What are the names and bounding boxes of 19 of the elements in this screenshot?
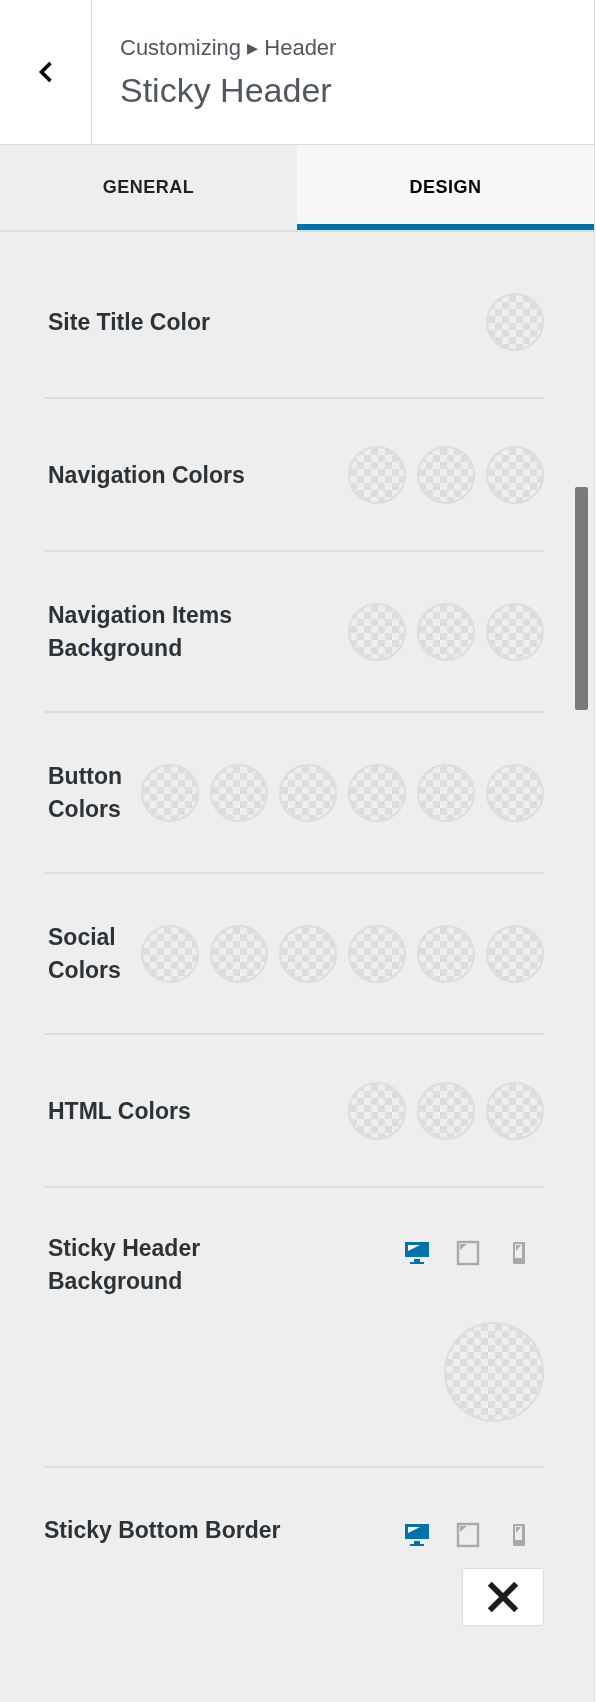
setting-label: HTML Colors: [48, 1096, 191, 1126]
tablet-icon[interactable]: [455, 1240, 481, 1266]
scrollbar[interactable]: [575, 487, 588, 710]
back-chevron-icon: [36, 61, 55, 83]
setting-label: Sticky Header Background: [48, 1234, 202, 1296]
clear-button[interactable]: [462, 1568, 544, 1626]
setting-label: Site Title Color: [48, 307, 210, 337]
desktop-icon[interactable]: [404, 1240, 430, 1266]
breadcrumb: Customizing ▸ Header: [120, 34, 337, 61]
setting-label: Navigation Colors: [48, 460, 245, 490]
tablet-icon[interactable]: [455, 1522, 481, 1548]
panel-title: Sticky Header: [120, 70, 333, 110]
setting-label: Sticky Bottom Border: [44, 1516, 281, 1545]
setting-label: Social Colors: [48, 923, 122, 985]
close-icon: [486, 1580, 520, 1614]
setting-label: Navigation Items Background: [48, 601, 234, 663]
setting-label: Button Colors: [48, 762, 124, 824]
tab[interactable]: DESIGN: [297, 145, 594, 230]
desktop-icon[interactable]: [404, 1522, 430, 1548]
